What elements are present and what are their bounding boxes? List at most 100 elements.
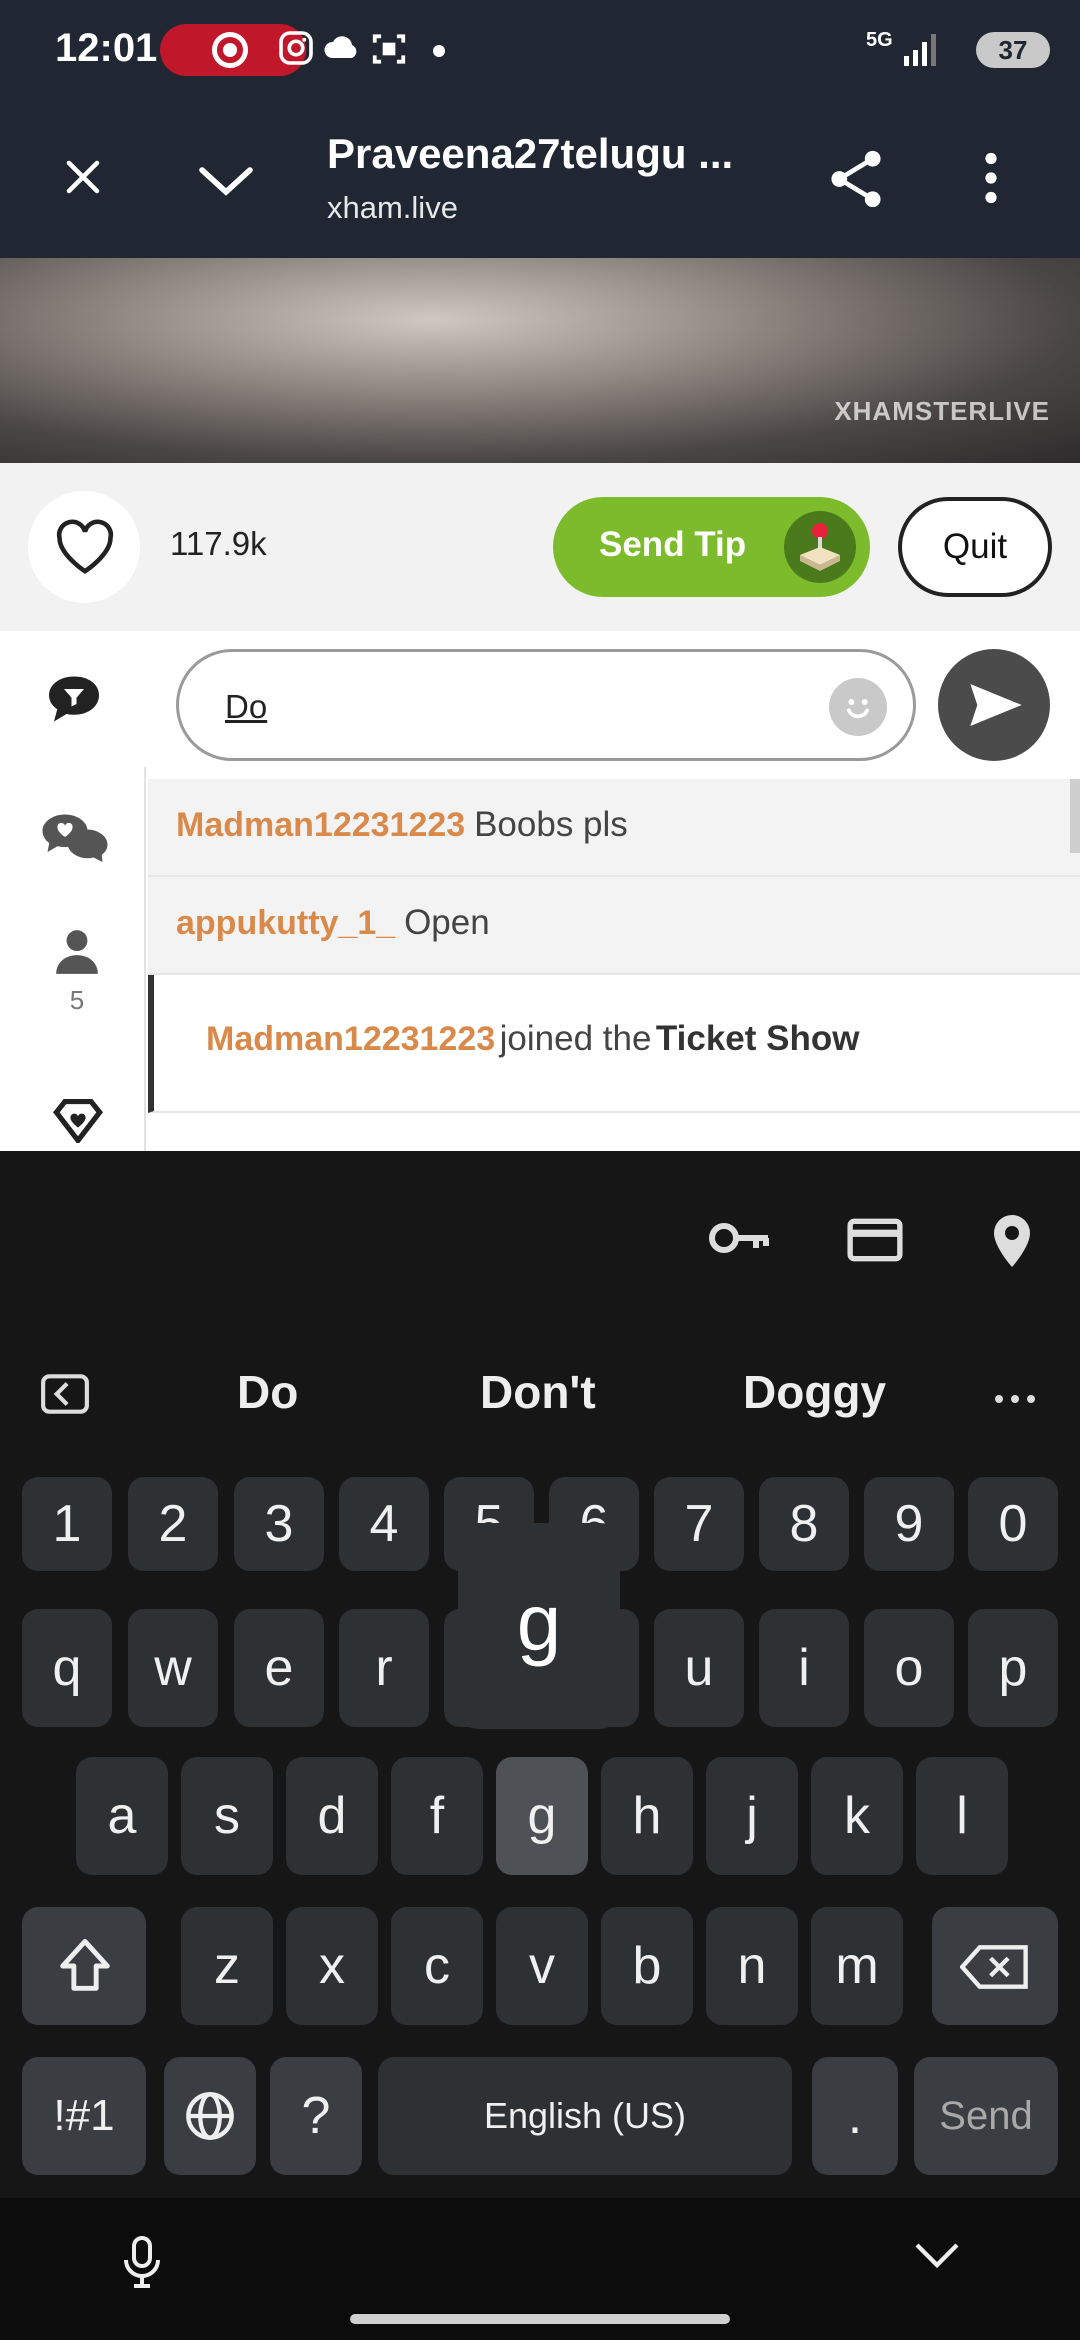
quit-button[interactable]: Quit: [898, 497, 1052, 597]
key-1[interactable]: 1: [22, 1477, 112, 1571]
language-key[interactable]: [164, 2057, 256, 2175]
key-2[interactable]: 2: [128, 1477, 218, 1571]
chat-message: Madman12231223 Boobs pls: [148, 779, 1080, 877]
more-suggestions-icon[interactable]: [994, 1391, 1036, 1409]
signal-icon: [900, 28, 940, 73]
key-p[interactable]: p: [968, 1609, 1058, 1727]
key-q[interactable]: q: [22, 1609, 112, 1727]
battery-indicator: 37: [976, 32, 1050, 68]
suggestion-item[interactable]: Don't: [480, 1365, 596, 1419]
key-a[interactable]: a: [76, 1757, 168, 1875]
system-event: Ticket Show: [655, 1019, 860, 1058]
more-options-icon[interactable]: [984, 152, 998, 209]
tab-public-chat[interactable]: [8, 631, 146, 767]
key-v[interactable]: v: [496, 1907, 588, 2025]
close-icon[interactable]: [62, 156, 104, 203]
chat-username[interactable]: appukutty_1_: [176, 904, 395, 942]
key-4[interactable]: 4: [339, 1477, 429, 1571]
key-u[interactable]: u: [654, 1609, 744, 1727]
location-pin-icon[interactable]: [992, 1213, 1032, 1274]
system-username[interactable]: Madman12231223: [206, 1020, 495, 1058]
key-w[interactable]: w: [128, 1609, 218, 1727]
shift-icon: [60, 1939, 110, 1991]
tab-diamond[interactable]: [8, 1099, 146, 1151]
key-7[interactable]: 7: [654, 1477, 744, 1571]
send-key[interactable]: Send: [914, 2057, 1058, 2175]
key-s[interactable]: s: [181, 1757, 273, 1875]
emoji-button[interactable]: [829, 678, 887, 736]
user-icon: [56, 930, 98, 974]
tab-private-chat[interactable]: [8, 771, 146, 907]
chat-text: Open: [404, 903, 490, 942]
key-d[interactable]: d: [286, 1757, 378, 1875]
globe-icon: [186, 2092, 234, 2140]
video-player[interactable]: XHAMSTERLIVE: [0, 258, 1080, 463]
chevron-down-icon[interactable]: [196, 160, 256, 205]
system-message: Madman12231223 joined the Ticket Show: [148, 975, 1080, 1113]
hide-keyboard-icon[interactable]: [912, 2240, 962, 2275]
key-3[interactable]: 3: [234, 1477, 324, 1571]
key-g[interactable]: g: [496, 1757, 588, 1875]
chat-sidebar: 5: [0, 631, 146, 1151]
key-n[interactable]: n: [706, 1907, 798, 2025]
home-handle[interactable]: [350, 2314, 730, 2324]
browser-toolbar: [0, 100, 1080, 258]
key-8[interactable]: 8: [759, 1477, 849, 1571]
key-m[interactable]: m: [811, 1907, 903, 2025]
send-message-button[interactable]: [938, 649, 1050, 761]
key-0[interactable]: 0: [968, 1477, 1058, 1571]
key-preview-popup: g: [458, 1523, 620, 1729]
space-key[interactable]: English (US): [378, 2057, 792, 2175]
screenshot-icon: [370, 30, 408, 77]
key-o[interactable]: o: [864, 1609, 954, 1727]
suggestion-bar: Do Don't Doggy: [0, 1333, 1080, 1453]
key-l[interactable]: l: [916, 1757, 1008, 1875]
joystick-icon: [784, 511, 856, 583]
like-button[interactable]: [28, 491, 140, 603]
key-k[interactable]: k: [811, 1757, 903, 1875]
cloud-icon: [322, 32, 362, 71]
key-i[interactable]: i: [759, 1609, 849, 1727]
notification-dot-icon: [433, 45, 445, 57]
shift-key[interactable]: [22, 1907, 146, 2025]
period-key[interactable]: .: [812, 2057, 898, 2175]
backspace-key[interactable]: [932, 1907, 1058, 2025]
key-j[interactable]: j: [706, 1757, 798, 1875]
chat-bubble-filter-icon: [49, 676, 99, 722]
question-key[interactable]: ?: [270, 2057, 362, 2175]
key-icon[interactable]: [708, 1217, 772, 1264]
key-h[interactable]: h: [601, 1757, 693, 1875]
system-text: joined the: [499, 1019, 652, 1058]
key-9[interactable]: 9: [864, 1477, 954, 1571]
users-count: 5: [69, 985, 85, 1015]
chat-username[interactable]: Madman12231223: [176, 806, 465, 844]
share-icon[interactable]: [827, 148, 885, 215]
suggestion-item[interactable]: Doggy: [743, 1365, 886, 1419]
record-icon: [212, 32, 248, 68]
key-c[interactable]: c: [391, 1907, 483, 2025]
symbols-key[interactable]: !#1: [22, 2057, 146, 2175]
page-url: xham.live: [327, 190, 458, 225]
collapse-toolbar-icon[interactable]: [40, 1373, 90, 1420]
key-r[interactable]: r: [339, 1609, 429, 1727]
key-z[interactable]: z: [181, 1907, 273, 2025]
page-title: Praveena27telugu ...: [327, 130, 734, 177]
chat-input-text[interactable]: Do: [225, 688, 267, 726]
key-f[interactable]: f: [391, 1757, 483, 1875]
network-type: 5G: [866, 29, 893, 51]
instagram-icon: [278, 30, 314, 75]
action-row: 117.9k Send Tip Quit: [0, 463, 1080, 631]
send-tip-button[interactable]: Send Tip: [553, 497, 870, 597]
send-arrow-icon: [970, 684, 1022, 726]
key-b[interactable]: b: [601, 1907, 693, 2025]
key-x[interactable]: x: [286, 1907, 378, 2025]
chat-panel: 5 Do Madman12231223 Boobs pls appukutty_…: [0, 631, 1080, 1151]
tab-users[interactable]: 5: [8, 917, 146, 1053]
microphone-icon[interactable]: [122, 2236, 162, 2293]
credit-card-icon[interactable]: [846, 1217, 904, 1268]
chat-input[interactable]: Do: [176, 649, 916, 761]
key-e[interactable]: e: [234, 1609, 324, 1727]
suggestion-item[interactable]: Do: [237, 1365, 298, 1419]
backspace-icon: [960, 1945, 1028, 1989]
chat-scrollbar[interactable]: [1070, 779, 1080, 853]
